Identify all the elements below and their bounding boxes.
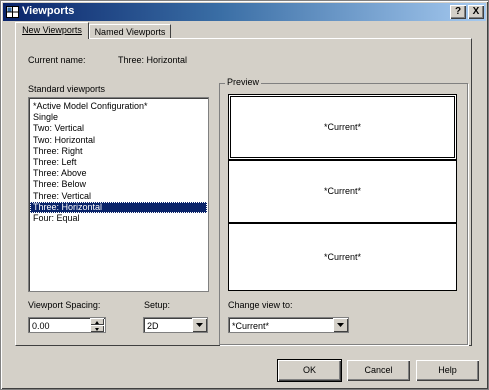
preview-label: Preview: [225, 77, 262, 87]
window-title: Viewports: [22, 5, 75, 17]
chevron-down-icon: [196, 323, 203, 327]
setup-select[interactable]: 2D: [143, 317, 208, 333]
current-name-value: Three: Horizontal: [118, 55, 188, 65]
app-icon: [6, 6, 19, 18]
tab-new-viewports-label: New Viewports: [22, 25, 82, 35]
close-button[interactable]: X: [468, 5, 484, 19]
change-view-label: Change view to:: [228, 300, 293, 310]
help-title-button[interactable]: ?: [450, 5, 466, 19]
help-button-label: Help: [438, 365, 457, 375]
preview-pane-bottom: *Current*: [228, 223, 457, 291]
ok-button[interactable]: OK: [277, 359, 342, 382]
preview-pane-bottom-label: *Current*: [323, 252, 361, 262]
change-view-value: *Current*: [232, 321, 270, 331]
list-item[interactable]: Three: Above: [30, 168, 207, 179]
spin-up-button[interactable]: [90, 318, 104, 325]
list-item[interactable]: Three: Left: [30, 157, 207, 168]
preview-pane-middle-label: *Current*: [323, 186, 361, 196]
tab-named-viewports[interactable]: Named Viewports: [89, 24, 171, 39]
current-name-label: Current name:: [28, 55, 86, 65]
change-view-select[interactable]: *Current*: [228, 317, 349, 333]
list-item[interactable]: Three: Horizontal: [30, 201, 207, 213]
cancel-button-label: Cancel: [364, 365, 393, 375]
list-item[interactable]: Single: [30, 112, 207, 123]
list-item[interactable]: Two: Horizontal: [30, 135, 207, 146]
spin-down-button[interactable]: [90, 325, 104, 332]
cancel-button[interactable]: Cancel: [347, 360, 410, 381]
title-bar[interactable]: Viewports ? X: [3, 3, 486, 21]
ok-button-label: OK: [302, 365, 316, 375]
arrow-down-icon: [95, 328, 99, 331]
list-item[interactable]: Three: Below: [30, 179, 207, 190]
list-item[interactable]: *Active Model Configuration*: [30, 101, 207, 112]
preview-pane-middle: *Current*: [228, 160, 457, 223]
help-button[interactable]: Help: [416, 360, 479, 381]
list-item[interactable]: Three: Right: [30, 146, 207, 157]
chevron-down-icon: [337, 323, 344, 327]
tab-new-viewports[interactable]: New Viewports: [15, 22, 89, 39]
viewport-spacing-value: 0.00: [32, 321, 50, 331]
standard-viewports-list[interactable]: *Active Model Configuration* Single Two: V…: [28, 97, 209, 292]
setup-dropdown-button[interactable]: [192, 318, 207, 332]
list-item[interactable]: Three: Vertical: [30, 191, 207, 202]
change-view-dropdown-button[interactable]: [333, 318, 348, 332]
viewports-dialog: Viewports ? X New Viewports Named Viewpo…: [0, 0, 489, 390]
standard-viewports-label: Standard viewports: [28, 84, 106, 94]
setup-label: Setup:: [144, 300, 171, 310]
tab-named-viewports-label: Named Viewports: [94, 27, 166, 37]
list-item[interactable]: Four: Equal: [30, 213, 207, 224]
question-icon: ?: [454, 6, 462, 17]
setup-value: 2D: [147, 321, 159, 331]
close-icon: X: [472, 6, 480, 17]
list-item[interactable]: Two: Vertical: [30, 123, 207, 134]
viewport-spacing-label: Viewport Spacing:: [28, 300, 101, 310]
preview-pane-top: *Current*: [228, 94, 457, 160]
